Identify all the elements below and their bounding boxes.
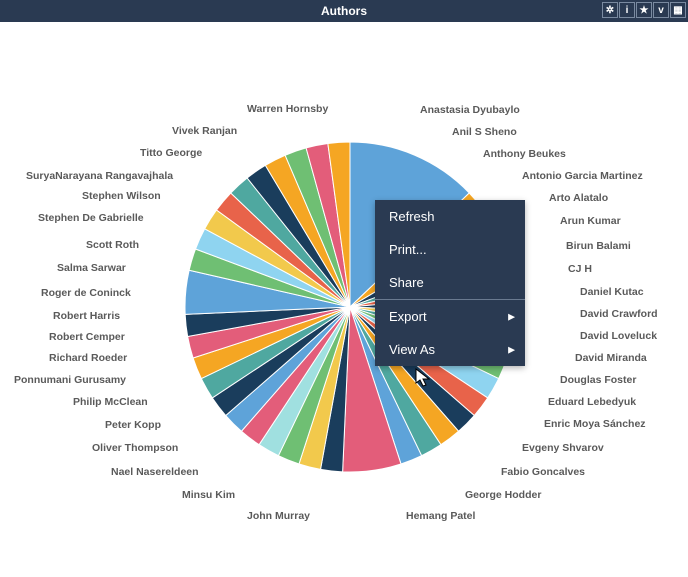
slice-label: Nael Nasereldeen <box>111 466 199 478</box>
slice-label: David Crawford <box>580 308 658 320</box>
title-bar-icons: ✲ i ★ v ▦ <box>602 2 686 18</box>
slice-label: Ponnumani Gurusamy <box>14 374 126 386</box>
v-icon[interactable]: v <box>653 2 669 18</box>
slice-label: George Hodder <box>465 489 541 501</box>
title-text: Authors <box>321 4 367 18</box>
slice-label: Stephen De Gabrielle <box>38 212 144 224</box>
menu-print[interactable]: Print... <box>375 233 525 266</box>
slice-label: Roger de Coninck <box>41 287 131 299</box>
menu-export-label: Export <box>389 309 427 324</box>
slice-label: Warren Hornsby <box>247 103 328 115</box>
menu-refresh[interactable]: Refresh <box>375 200 525 233</box>
slice-label: Arto Alatalo <box>549 192 608 204</box>
slice-label: Richard Roeder <box>49 352 127 364</box>
grid-icon[interactable]: ▦ <box>670 2 686 18</box>
slice-label: Peter Kopp <box>105 419 161 431</box>
slice-label: David Miranda <box>575 352 647 364</box>
slice-label: Stephen Wilson <box>82 190 161 202</box>
slice-label: Eduard Lebedyuk <box>548 396 636 408</box>
slice-label: Vivek Ranjan <box>172 125 237 137</box>
menu-viewas[interactable]: View As ▶ <box>375 333 525 366</box>
slice-label: Daniel Kutac <box>580 286 644 298</box>
slice-label: Scott Roth <box>86 239 139 251</box>
chevron-right-icon: ▶ <box>508 311 515 322</box>
slice-label: Fabio Goncalves <box>501 466 585 478</box>
menu-export[interactable]: Export ▶ <box>375 300 525 333</box>
slice-label: Anastasia Dyubaylo <box>420 104 520 116</box>
slice-label: Robert Cemper <box>49 331 125 343</box>
slice-label: Evgeny Shvarov <box>522 442 604 454</box>
slice-label: Philip McClean <box>73 396 148 408</box>
slice-label: Anil S Sheno <box>452 126 517 138</box>
info-icon[interactable]: i <box>619 2 635 18</box>
menu-share[interactable]: Share <box>375 266 525 299</box>
slice-label: Minsu Kim <box>182 489 235 501</box>
title-bar: Authors ✲ i ★ v ▦ <box>0 0 688 22</box>
slice-label: Robert Harris <box>53 310 120 322</box>
slice-label: Anthony Beukes <box>483 148 566 160</box>
slice-label: Antonio Garcia Martinez <box>522 170 643 182</box>
slice-label: Birun Balami <box>566 240 631 252</box>
slice-label: Titto George <box>140 147 202 159</box>
slice-label: Hemang Patel <box>406 510 475 522</box>
chevron-right-icon: ▶ <box>508 344 515 355</box>
slice-label: Salma Sarwar <box>57 262 126 274</box>
slice-label: Arun Kumar <box>560 215 621 227</box>
slice-label: John Murray <box>247 510 310 522</box>
slice-label: Douglas Foster <box>560 374 636 386</box>
chart-area[interactable]: Anastasia Dyubaylo Anil S Sheno Anthony Be… <box>0 22 688 572</box>
context-menu: Refresh Print... Share Export ▶ View As … <box>375 200 525 366</box>
slice-label: CJ H <box>568 263 592 275</box>
slice-label: Oliver Thompson <box>92 442 178 454</box>
slice-label: David Loveluck <box>580 330 657 342</box>
gear-icon[interactable]: ✲ <box>602 2 618 18</box>
star-icon[interactable]: ★ <box>636 2 652 18</box>
slice-label: Enric Moya Sánchez <box>544 418 646 430</box>
slice-label: SuryaNarayana Rangavajhala <box>26 170 173 182</box>
menu-viewas-label: View As <box>389 342 435 357</box>
